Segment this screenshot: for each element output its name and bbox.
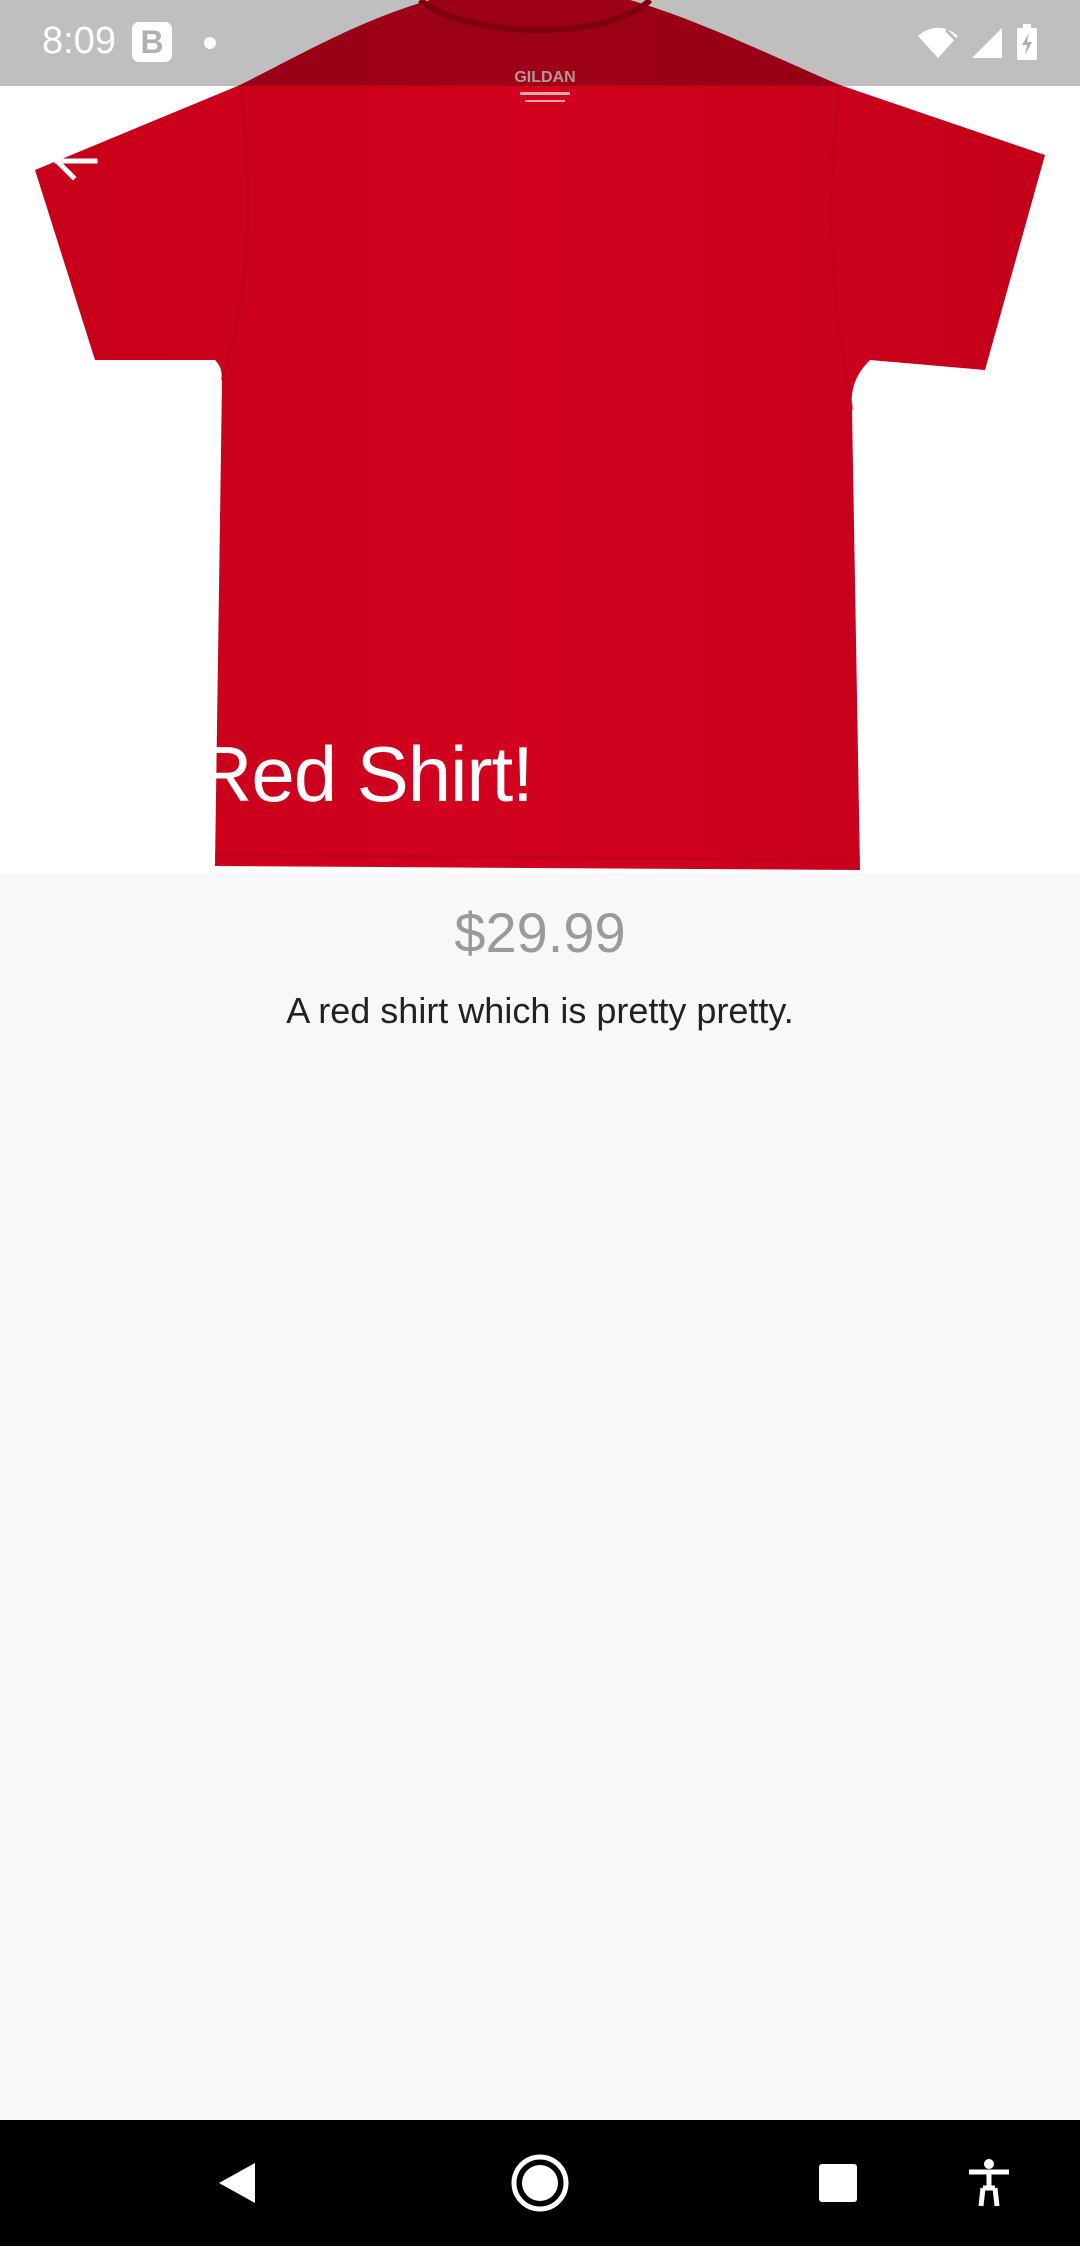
product-title: Red Shirt!: [196, 730, 534, 818]
square-recents-icon: [819, 2164, 857, 2202]
system-home-button[interactable]: [495, 2138, 585, 2228]
wifi-icon: [918, 27, 958, 58]
status-icons: [916, 20, 1040, 66]
system-nav-bar: [0, 2120, 1080, 2246]
triangle-back-icon: [219, 2163, 255, 2203]
status-time: 8:09: [42, 20, 116, 62]
accessibility-icon: [969, 2159, 1009, 2207]
circle-home-icon: [511, 2154, 569, 2212]
back-arrow-icon: [53, 141, 98, 181]
status-bar: 8:09 B: [0, 0, 1080, 86]
battery-charging-icon: [1017, 24, 1037, 60]
product-hero-image: GILDAN Red Shirt!: [0, 0, 1080, 873]
notification-badge: B: [132, 22, 172, 62]
system-recents-button[interactable]: [793, 2138, 883, 2228]
back-button[interactable]: [30, 128, 120, 194]
product-price: $29.99: [454, 901, 626, 964]
cell-signal-icon: [972, 28, 1002, 58]
accessibility-button[interactable]: [944, 2138, 1034, 2228]
product-detail-screen: GILDAN Red Shirt! 8:09 B $29.99 A red sh…: [0, 0, 1080, 2246]
notification-dot-icon: [204, 37, 216, 49]
product-description: A red shirt which is pretty pretty.: [286, 990, 794, 1031]
system-back-button[interactable]: [192, 2138, 282, 2228]
red-shirt-image: GILDAN: [35, 0, 1045, 870]
